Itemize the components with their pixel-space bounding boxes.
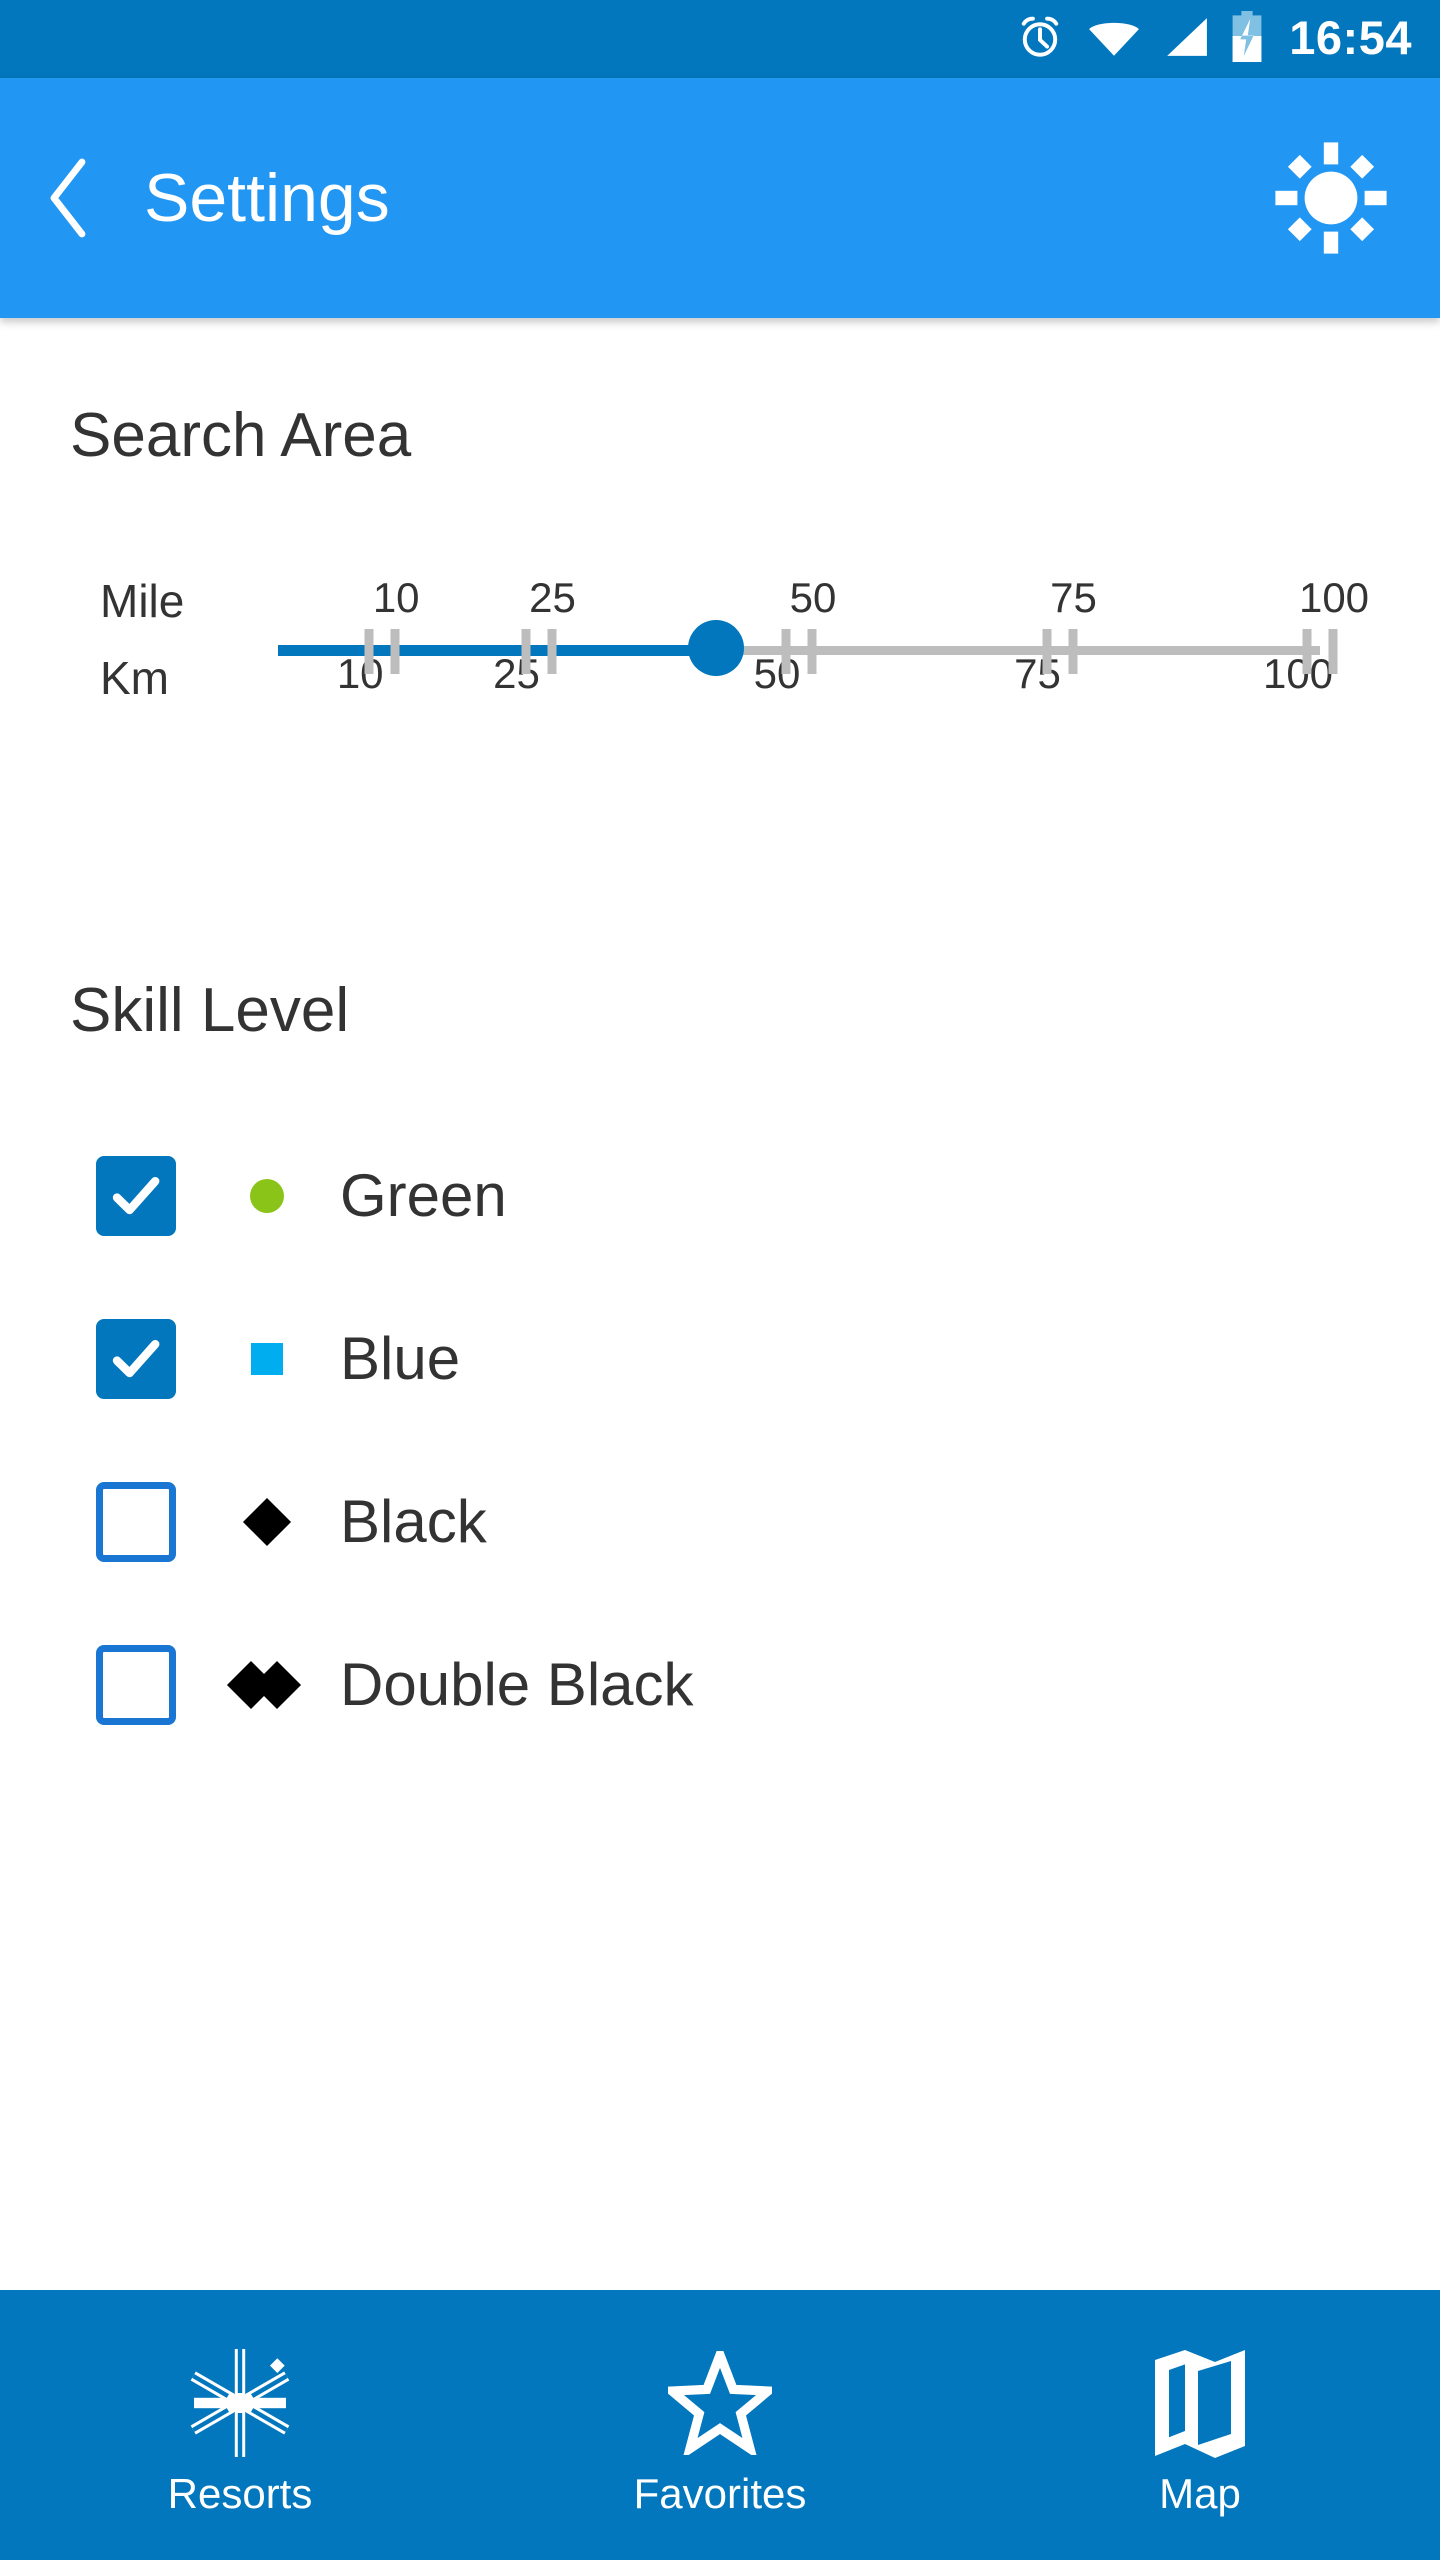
slider-thumb[interactable]	[687, 620, 744, 676]
nav-item-resorts[interactable]: Resorts	[0, 2290, 480, 2560]
search-area-slider-block: Mile Km 10 25 50 75 100 10 25 50 75 100	[0, 535, 1440, 735]
circle-icon	[250, 1178, 284, 1213]
search-radius-slider[interactable]	[0, 620, 1440, 680]
skill-symbol	[208, 1342, 326, 1375]
skill-level-row[interactable]: Green	[0, 1114, 1440, 1277]
wifi-icon	[1087, 15, 1141, 64]
brightness-button[interactable]	[1250, 78, 1440, 318]
checkbox-green[interactable]	[96, 1155, 176, 1236]
checkbox-black[interactable]	[96, 1481, 176, 1562]
square-icon	[251, 1342, 283, 1375]
checkbox-blue[interactable]	[96, 1318, 176, 1399]
slider-tick	[364, 629, 374, 674]
double-diamond-icon	[226, 1660, 302, 1709]
skill-level-heading: Skill Level	[70, 976, 350, 1045]
app-screen: 16:54 Settings Search Area Mile Km 10 25…	[0, 0, 1440, 2560]
nav-label-map: Map	[1159, 2470, 1241, 2517]
app-bar: Settings	[0, 78, 1440, 318]
map-icon	[1151, 2347, 1249, 2459]
slider-tick	[1302, 629, 1312, 674]
skill-level-row[interactable]: Double Black	[0, 1603, 1440, 1766]
scale-tick-label: 25	[529, 574, 576, 621]
skill-symbol	[208, 1497, 326, 1546]
nav-label-favorites: Favorites	[633, 2470, 807, 2517]
slider-tick	[521, 629, 530, 674]
nav-item-favorites[interactable]: Favorites	[480, 2290, 960, 2560]
slider-tick	[807, 629, 817, 674]
nav-label-resorts: Resorts	[167, 2470, 313, 2517]
page-title: Settings	[144, 160, 390, 236]
chevron-left-icon	[50, 158, 86, 238]
slider-tick	[1068, 629, 1077, 674]
skill-symbol	[208, 1660, 326, 1709]
status-bar-clock: 16:54	[1289, 11, 1412, 64]
nav-item-map[interactable]: Map	[960, 2290, 1440, 2560]
scale-tick-label: 50	[789, 574, 837, 621]
slider-tick	[781, 629, 791, 674]
alarm-icon	[1015, 12, 1065, 67]
slider-tick	[547, 629, 556, 674]
scale-tick-label: 10	[372, 574, 420, 621]
skill-level-row[interactable]: Blue	[0, 1277, 1440, 1440]
skill-level-list: Green Blue Black Double Black	[0, 1114, 1440, 1766]
skill-symbol	[208, 1178, 326, 1213]
checkbox-double-black[interactable]	[96, 1644, 176, 1725]
snowflake-icon	[190, 2347, 290, 2459]
slider-track-fill	[278, 645, 716, 656]
skill-level-label: Green	[340, 1161, 507, 1229]
skill-level-label: Black	[340, 1487, 487, 1555]
settings-content: Search Area Mile Km 10 25 50 75 100 10 25 50 75…	[0, 318, 1440, 2290]
bottom-navigation: Resorts Favorites Map	[0, 2290, 1440, 2560]
skill-level-label: Blue	[340, 1324, 461, 1392]
battery-charging-icon	[1231, 10, 1263, 68]
star-icon	[668, 2347, 772, 2459]
status-bar-icons	[1015, 10, 1263, 68]
skill-level-row[interactable]: Black	[0, 1440, 1440, 1603]
back-button[interactable]	[0, 78, 120, 318]
slider-tick	[390, 629, 400, 674]
scale-tick-label: 100	[1298, 574, 1370, 621]
diamond-icon	[242, 1497, 292, 1546]
skill-level-label: Double Black	[340, 1650, 694, 1718]
brightness-sun-icon	[1275, 142, 1387, 254]
scale-tick-label: 75	[1050, 574, 1097, 621]
signal-icon	[1163, 15, 1209, 64]
slider-tick	[1328, 629, 1338, 674]
status-bar: 16:54	[0, 0, 1440, 78]
slider-tick	[1042, 629, 1051, 674]
search-area-heading: Search Area	[70, 401, 412, 470]
